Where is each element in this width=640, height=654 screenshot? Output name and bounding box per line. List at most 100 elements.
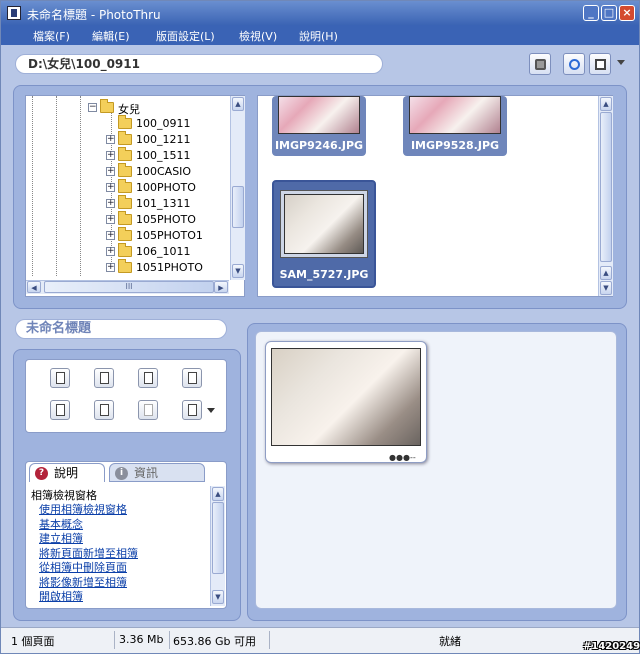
scroll-down-icon[interactable]: ▼ (232, 264, 244, 278)
path-field[interactable]: D:\女兒\100_0911 (15, 54, 383, 74)
thumbnail-caption: SAM_5727.JPG (279, 268, 369, 281)
folder-icon (118, 115, 132, 129)
expand-icon[interactable]: + (106, 183, 115, 192)
expand-icon[interactable]: + (106, 167, 115, 176)
view-mode-dropdown-icon[interactable] (617, 60, 625, 65)
menu-bar: 檔案(F) 編輯(E) 版面設定(L) 檢視(V) 說明(H) (1, 25, 639, 45)
title-bar[interactable]: 未命名標題 - PhotoThru _ □ × (1, 1, 639, 25)
folder-icon (118, 243, 132, 257)
help-link[interactable]: 開啟相簿 (39, 588, 83, 604)
expand-icon[interactable]: + (106, 215, 115, 224)
save-button[interactable] (138, 368, 158, 388)
tree-item-label: 100_1211 (136, 133, 191, 146)
minimize-button[interactable]: _ (583, 5, 599, 21)
folder-icon (118, 179, 132, 193)
thumbnail-item-selected[interactable]: SAM_5727.JPG (272, 180, 376, 288)
layout-button[interactable] (182, 400, 202, 420)
scroll-left-icon[interactable]: ◀ (27, 281, 41, 293)
help-link[interactable]: 使用相簿檢視窗格 (39, 501, 127, 517)
tree-item[interactable]: + 1051PHOTO (106, 259, 226, 276)
folder-icon (118, 147, 132, 161)
thumbnail-image (284, 194, 364, 254)
tree-item[interactable]: + 106_1011 (106, 243, 226, 260)
refresh-button[interactable] (563, 53, 585, 75)
folder-icon (118, 131, 132, 145)
scroll-up-icon[interactable]: ▲ (212, 487, 224, 501)
tab-help[interactable]: ? 說明 (29, 463, 105, 482)
rotate-button[interactable] (94, 400, 114, 420)
scroll-thumb[interactable] (600, 112, 612, 262)
hscroll-thumb[interactable]: III (44, 281, 214, 293)
menu-help[interactable]: 說明(H) (299, 28, 338, 44)
scroll-thumb[interactable] (212, 502, 224, 574)
undo-button[interactable] (138, 400, 158, 420)
rotate-icon (100, 404, 109, 416)
layout-dropdown-icon[interactable] (207, 408, 215, 413)
folder-icon (118, 163, 132, 177)
menu-layout[interactable]: 版面設定(L) (156, 28, 215, 44)
scroll-down-icon[interactable]: ▲ (600, 266, 612, 280)
close-button[interactable]: × (619, 5, 635, 21)
tree-hscroll[interactable]: ◀ III ▶ (26, 280, 229, 294)
tab-info[interactable]: i 資訊 (109, 463, 205, 482)
tree-vscroll[interactable]: ▲ ▼ (230, 96, 245, 280)
view-mode-icon (595, 59, 606, 70)
tree-root-item[interactable]: − 女兒 (88, 99, 208, 116)
menu-edit[interactable]: 編輯(E) (92, 28, 130, 44)
tree-item[interactable]: + 100CASIO (106, 163, 226, 180)
open-album-icon (100, 372, 109, 384)
open-album-button[interactable] (94, 368, 114, 388)
folder-icon (118, 227, 132, 241)
scroll-down-icon[interactable]: ▼ (600, 281, 612, 295)
tree-item[interactable]: + 105PHOTO1 (106, 227, 226, 244)
scroll-down-icon[interactable]: ▼ (212, 590, 224, 604)
thumbnail-item[interactable]: IMGP9246.JPG (272, 96, 366, 156)
thumbnail-item[interactable]: IMGP9528.JPG (403, 96, 507, 156)
window-title: 未命名標題 - PhotoThru (27, 8, 161, 22)
new-page-icon (56, 372, 65, 384)
scroll-up-icon[interactable]: ▲ (232, 97, 244, 111)
help-vscroll[interactable]: ▲ ▼ (210, 486, 225, 606)
status-free-space: 653.86 Gb 可用 (173, 635, 256, 648)
tree-item[interactable]: + 100_1511 (106, 147, 226, 164)
maximize-button[interactable]: □ (601, 5, 617, 21)
expand-icon[interactable]: + (106, 135, 115, 144)
zoom-button[interactable] (529, 53, 551, 75)
collapse-icon[interactable]: − (88, 103, 97, 112)
tree-item[interactable]: + 105PHOTO (106, 211, 226, 228)
new-page-button[interactable] (50, 368, 70, 388)
album-toolbar (25, 359, 227, 433)
tree-item[interactable]: 100_0911 (106, 115, 226, 132)
help-link[interactable]: 從相簿中刪除頁面 (39, 559, 127, 575)
tree-item[interactable]: + 101_1311 (106, 195, 226, 212)
expand-icon[interactable]: + (106, 231, 115, 240)
refresh-icon (569, 59, 580, 70)
thumbnail-vscroll[interactable]: ▲ ▲ ▼ (598, 96, 613, 296)
tree-item-label: 100PHOTO (136, 181, 196, 194)
info-tab-icon: i (115, 467, 128, 480)
status-size: 3.36 Mb (119, 633, 164, 646)
tree-item[interactable]: + 100PHOTO (106, 179, 226, 196)
album-page-photo[interactable] (271, 348, 421, 446)
expand-icon[interactable]: + (106, 263, 115, 272)
expand-icon[interactable]: + (106, 151, 115, 160)
expand-icon[interactable]: + (106, 247, 115, 256)
tree-guide (32, 96, 33, 276)
view-mode-button[interactable] (589, 53, 611, 75)
menu-file[interactable]: 檔案(F) (33, 28, 70, 44)
app-window: 未命名標題 - PhotoThru _ □ × 檔案(F) 編輯(E) 版面設定… (0, 0, 640, 654)
tree-item-label: 101_1311 (136, 197, 191, 210)
copy-icon (188, 372, 197, 384)
copy-button[interactable] (182, 368, 202, 388)
tree-item-label: 106_1011 (136, 245, 191, 258)
scroll-thumb[interactable] (232, 186, 244, 228)
expand-icon[interactable]: + (106, 199, 115, 208)
print-button[interactable] (50, 400, 70, 420)
tree-item-label: 105PHOTO1 (136, 229, 203, 242)
scroll-up-icon[interactable]: ▲ (600, 97, 612, 111)
menu-view[interactable]: 檢視(V) (239, 28, 277, 44)
album-title[interactable]: 未命名標題 (15, 319, 227, 339)
scroll-right-icon[interactable]: ▶ (214, 281, 228, 293)
tree-item[interactable]: + 100_1211 (106, 131, 226, 148)
help-link[interactable]: 建立相簿 (39, 530, 83, 546)
